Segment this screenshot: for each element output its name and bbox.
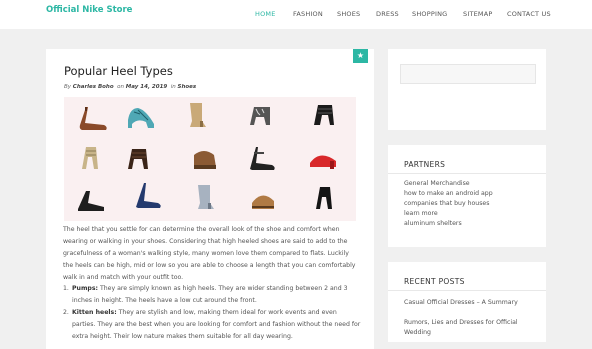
nav-dress[interactable]: DRESS <box>376 10 399 18</box>
recent-post-link[interactable]: Rumors, Lies and Dresses for Official We… <box>404 318 534 338</box>
post-title[interactable]: Popular Heel Types <box>64 64 173 78</box>
featured-badge: ★ <box>353 49 368 63</box>
nav-contact-us[interactable]: CONTACT US <box>507 10 551 18</box>
partner-link[interactable]: companies that buy houses <box>404 200 489 207</box>
nav-sitemap[interactable]: SITEMAP <box>463 10 493 18</box>
post-category[interactable]: Shoes <box>178 84 197 90</box>
partners-title: PARTNERS <box>404 160 446 169</box>
partner-link[interactable]: General Merchandise <box>404 180 470 187</box>
nav-shoes[interactable]: SHOES <box>337 10 360 18</box>
shoe-black-wedge <box>78 191 104 211</box>
partner-link[interactable]: how to make an android app <box>404 190 493 197</box>
meta-in: in <box>170 84 176 90</box>
post-meta: By Charles Boho on May 14, 2019 in Shoes <box>64 84 196 90</box>
shoe-print-platform <box>250 107 270 125</box>
meta-on: on <box>117 84 124 90</box>
star-icon: ★ <box>356 51 365 60</box>
shoe-gold-sandal <box>82 147 98 169</box>
meta-by: By <box>64 84 72 90</box>
shoe-navy-pump <box>136 183 161 208</box>
post-author[interactable]: Charles Boho <box>73 84 114 90</box>
shoe-black-ankle-strap <box>250 147 275 170</box>
list-term: Kitten heels: <box>72 309 117 316</box>
shoe-black-strappy <box>314 105 334 125</box>
partner-link[interactable]: aluminum shelters <box>404 220 462 227</box>
partner-link[interactable]: learn more <box>404 210 438 217</box>
shoe-boot-tan <box>190 103 206 127</box>
search-input[interactable] <box>400 64 536 84</box>
site-header: Official Nike Store HOME FASHION SHOES D… <box>0 0 592 29</box>
shoe-cork-wedge <box>252 195 274 209</box>
recent-posts-title: RECENT POSTS <box>404 277 465 286</box>
shoe-black-heeled-sandal <box>316 187 332 209</box>
post-date[interactable]: May 14, 2019 <box>126 84 167 90</box>
shoe-clog-brown <box>194 151 216 169</box>
main-nav: HOME FASHION SHOES DRESS SHOPPING SITEMA… <box>0 10 592 22</box>
shoe-grey-boot <box>198 185 214 209</box>
widget-divider <box>388 173 546 174</box>
recent-post-link[interactable]: Casual Official Dresses – A Summary <box>404 298 534 308</box>
list-number: 1. <box>63 285 69 292</box>
search-widget <box>388 49 546 130</box>
nav-shopping[interactable]: SHOPPING <box>412 10 447 18</box>
list-term: Pumps: <box>72 285 98 292</box>
shoe-brown-strappy <box>128 149 148 169</box>
post-featured-image <box>64 97 356 221</box>
post-intro: The heel that you settle for can determi… <box>63 226 356 281</box>
list-number: 2. <box>63 309 69 316</box>
shoe-red-platform <box>310 155 336 169</box>
shoe-snakeskin-teal <box>128 108 154 128</box>
list-text: They are simply known as high heels. The… <box>72 285 348 304</box>
widget-divider <box>388 290 546 291</box>
shoe-pump-brown <box>79 107 107 130</box>
nav-home[interactable]: HOME <box>255 10 276 18</box>
nav-fashion[interactable]: FASHION <box>293 10 323 18</box>
